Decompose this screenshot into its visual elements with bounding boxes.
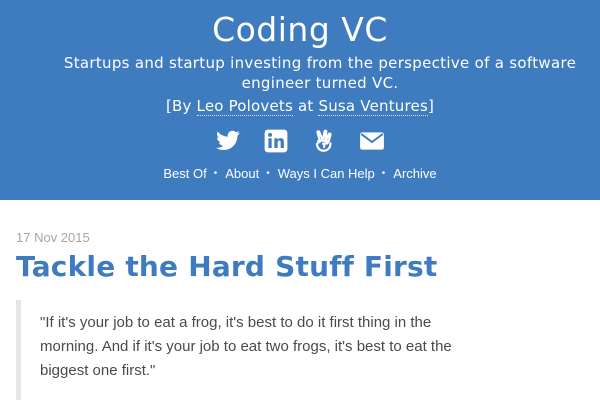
nav-about[interactable]: About xyxy=(225,166,259,181)
byline-middle: at xyxy=(293,97,319,115)
byline: [By Leo Polovets at Susa Ventures] xyxy=(0,96,600,116)
angellist-icon xyxy=(315,129,332,152)
site-header: Coding VC Startups and startup investing… xyxy=(0,0,600,200)
email-link[interactable] xyxy=(359,128,385,158)
main-nav: Best Of • About • Ways I Can Help • Arch… xyxy=(0,166,600,181)
nav-separator: • xyxy=(266,168,270,179)
author-link[interactable]: Leo Polovets xyxy=(196,97,294,116)
email-icon xyxy=(360,132,384,150)
nav-separator: • xyxy=(213,168,218,179)
nav-separator: • xyxy=(381,168,386,179)
social-icons xyxy=(0,128,600,158)
nav-ways-i-can-help[interactable]: Ways I Can Help xyxy=(278,166,375,181)
post-blockquote: "If it's your job to eat a frog, it's be… xyxy=(40,314,452,379)
site-title[interactable]: Coding VC xyxy=(0,10,600,49)
site-description: Startups and startup investing from the … xyxy=(63,54,577,92)
blockquote-border xyxy=(16,300,21,400)
nav-archive[interactable]: Archive xyxy=(393,166,436,181)
linkedin-icon xyxy=(264,129,288,153)
byline-suffix: ] xyxy=(427,97,435,115)
post-title[interactable]: Tackle the Hard Stuff First xyxy=(16,250,596,283)
nav-best-of[interactable]: Best Of xyxy=(163,166,206,181)
linkedin-link[interactable] xyxy=(263,128,289,158)
company-link[interactable]: Susa Ventures xyxy=(318,97,428,116)
twitter-icon xyxy=(216,130,240,150)
twitter-link[interactable] xyxy=(215,128,241,158)
angellist-link[interactable] xyxy=(311,128,337,158)
post-date: 17 Nov 2015 xyxy=(16,230,90,245)
byline-prefix: [By xyxy=(165,97,197,115)
